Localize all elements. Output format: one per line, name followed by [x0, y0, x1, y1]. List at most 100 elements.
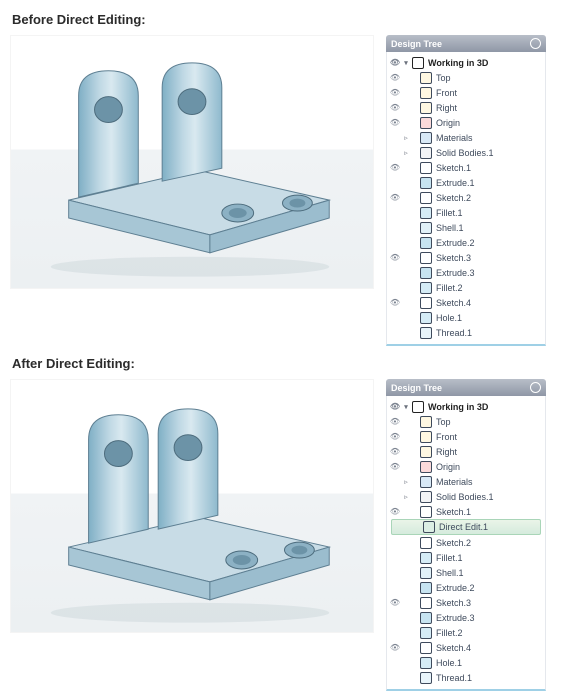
origin-icon [420, 117, 432, 129]
tree-node-label: Sketch.3 [435, 253, 471, 263]
tree-node[interactable]: Extrude.2 [389, 580, 543, 595]
sketch-icon [420, 192, 432, 204]
tree-node[interactable]: 👁Origin [389, 459, 543, 474]
extrude-icon [420, 267, 432, 279]
fillet-icon [420, 207, 432, 219]
sketch-icon [420, 162, 432, 174]
sketch-icon [420, 252, 432, 264]
tree-node-label: Thread.1 [435, 328, 472, 338]
tree-node[interactable]: Direct Edit.1 [391, 519, 541, 535]
work3d-icon [412, 57, 424, 69]
visibility-eye-icon[interactable]: 👁 [389, 643, 401, 652]
visibility-eye-icon[interactable]: 👁 [389, 298, 401, 307]
tree-node[interactable]: ▹Solid Bodies.1 [389, 145, 543, 160]
tree-node[interactable]: 👁Top [389, 70, 543, 85]
tree-node[interactable]: Shell.1 [389, 565, 543, 580]
plane-icon [420, 87, 432, 99]
tree-node[interactable]: 👁 Sketch.4 [389, 295, 543, 310]
visibility-eye-icon[interactable]: 👁 [389, 163, 401, 172]
tree-node[interactable]: Fillet.1 [389, 550, 543, 565]
expand-twisty-icon[interactable]: ▹ [401, 134, 411, 142]
tree-node[interactable]: Fillet.1 [389, 205, 543, 220]
visibility-eye-icon[interactable]: 👁 [389, 118, 401, 127]
visibility-eye-icon[interactable]: 👁 [389, 253, 401, 262]
visibility-eye-icon[interactable]: 👁 [389, 432, 401, 441]
tree-node-label: Extrude.2 [435, 583, 475, 593]
tree-node[interactable]: Fillet.2 [389, 625, 543, 640]
visibility-eye-icon[interactable]: 👁 [389, 402, 401, 411]
tree-node-label: Sketch.3 [435, 598, 471, 608]
tree-node[interactable]: Sketch.2 [389, 535, 543, 550]
sketch-icon [420, 297, 432, 309]
tree-node[interactable]: Fillet.2 [389, 280, 543, 295]
tree-node-label: Fillet.1 [435, 208, 463, 218]
direct-icon [423, 521, 435, 533]
tree-node[interactable]: 👁Sketch.1 [389, 160, 543, 175]
model-viewport-before[interactable] [10, 35, 374, 289]
tree-node[interactable]: Hole.1 [389, 655, 543, 670]
tree-node[interactable]: 👁 Sketch.4 [389, 640, 543, 655]
expand-twisty-icon[interactable]: ▹ [401, 478, 411, 486]
visibility-eye-icon[interactable]: 👁 [389, 447, 401, 456]
mat-icon [420, 132, 432, 144]
origin-icon [420, 461, 432, 473]
tree-node[interactable]: Thread.1 [389, 325, 543, 340]
tree-node[interactable]: 👁▾ Working in 3D [389, 55, 543, 70]
visibility-eye-icon[interactable]: 👁 [389, 73, 401, 82]
work3d-icon [412, 401, 424, 413]
tree-node[interactable]: 👁 Sketch.3 [389, 595, 543, 610]
visibility-eye-icon[interactable]: 👁 [389, 193, 401, 202]
expand-twisty-icon[interactable]: ▹ [401, 149, 411, 157]
design-tree-title: Design Tree [391, 39, 442, 49]
tree-node[interactable]: Extrude.1 [389, 175, 543, 190]
tree-node[interactable]: Hole.1 [389, 310, 543, 325]
body-icon [420, 491, 432, 503]
extrude-icon [420, 177, 432, 189]
tree-node-label: Front [435, 432, 457, 442]
tree-node-label: Extrude.2 [435, 238, 475, 248]
visibility-eye-icon[interactable]: 👁 [389, 462, 401, 471]
tree-node[interactable]: 👁Front [389, 85, 543, 100]
visibility-eye-icon[interactable]: 👁 [389, 58, 401, 67]
tree-node[interactable]: 👁Right [389, 100, 543, 115]
tree-node-label: Sketch.4 [435, 298, 471, 308]
expand-twisty-icon[interactable]: ▾ [401, 59, 411, 67]
tree-node[interactable]: Extrude.3 [389, 610, 543, 625]
sketch-icon [420, 597, 432, 609]
tree-node[interactable]: 👁Origin [389, 115, 543, 130]
tree-node[interactable]: 👁 Sketch.1 [389, 504, 543, 519]
tree-node-label: Working in 3D [427, 58, 488, 68]
tree-node[interactable]: ▹Materials [389, 474, 543, 489]
visibility-eye-icon[interactable]: 👁 [389, 88, 401, 97]
tree-node[interactable]: Shell.1 [389, 220, 543, 235]
tree-node[interactable]: 👁Sketch.2 [389, 190, 543, 205]
heading-before: Before Direct Editing: [12, 12, 571, 27]
gear-icon[interactable] [530, 38, 541, 49]
tree-node[interactable]: ▹ Materials [389, 130, 543, 145]
tree-node[interactable]: Extrude.3 [389, 265, 543, 280]
tree-node[interactable]: 👁Right [389, 444, 543, 459]
tree-node[interactable]: Thread.1 [389, 670, 543, 685]
gear-icon[interactable] [530, 382, 541, 393]
visibility-eye-icon[interactable]: 👁 [389, 417, 401, 426]
expand-twisty-icon[interactable]: ▹ [401, 493, 411, 501]
extrude-icon [420, 237, 432, 249]
tree-node[interactable]: Extrude.2 [389, 235, 543, 250]
thread-icon [420, 327, 432, 339]
tree-node[interactable]: 👁 Sketch.3 [389, 250, 543, 265]
model-viewport-after[interactable] [10, 379, 374, 633]
tree-node-label: Sketch.1 [435, 507, 471, 517]
sketch-icon [420, 642, 432, 654]
tree-node-label: Solid Bodies.1 [435, 492, 494, 502]
visibility-eye-icon[interactable]: 👁 [389, 103, 401, 112]
visibility-eye-icon[interactable]: 👁 [389, 598, 401, 607]
expand-twisty-icon[interactable]: ▾ [401, 403, 411, 411]
tree-node-label: Thread.1 [435, 673, 472, 683]
visibility-eye-icon[interactable]: 👁 [389, 507, 401, 516]
tree-node-label: Sketch.4 [435, 643, 471, 653]
tree-node[interactable]: ▹ Solid Bodies.1 [389, 489, 543, 504]
tree-node-label: Materials [435, 133, 473, 143]
tree-node[interactable]: 👁Top [389, 414, 543, 429]
tree-node[interactable]: 👁▾Working in 3D [389, 399, 543, 414]
tree-node[interactable]: 👁 Front [389, 429, 543, 444]
